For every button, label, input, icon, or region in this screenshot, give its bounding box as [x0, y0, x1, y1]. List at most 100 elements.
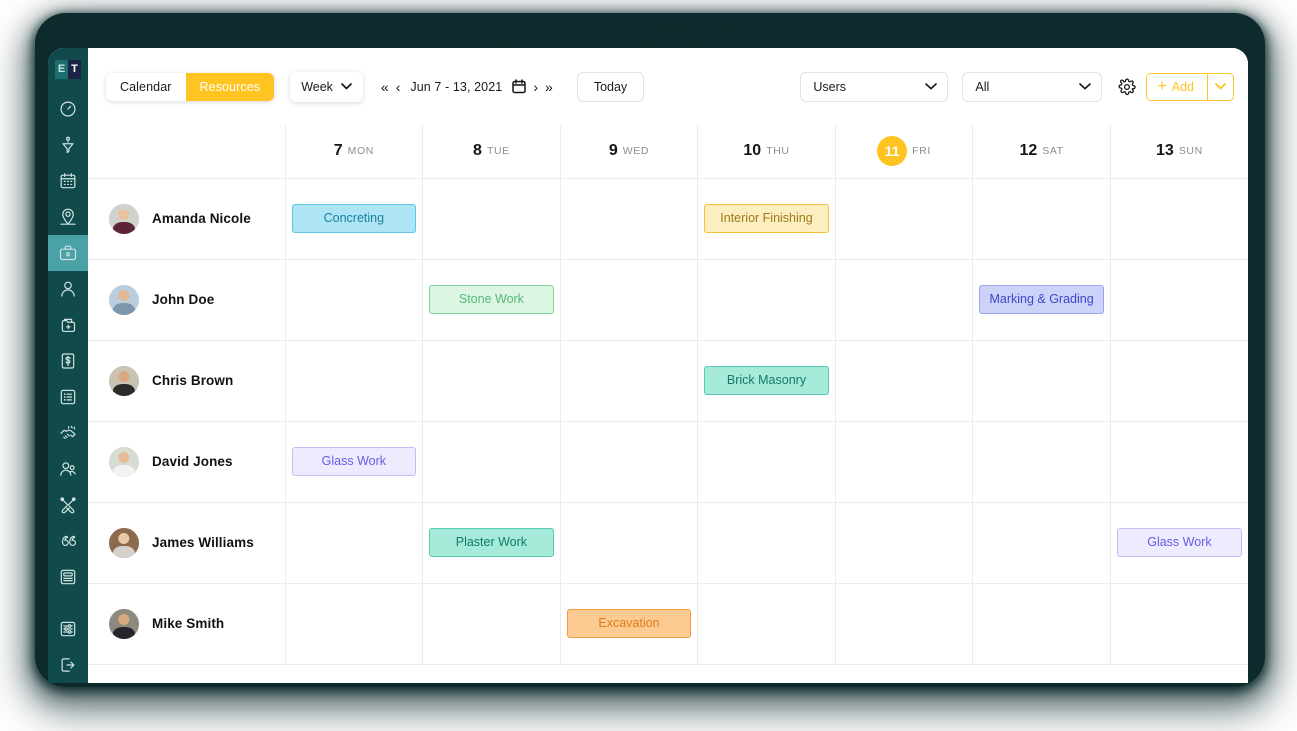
calendar-cell[interactable]	[423, 421, 561, 502]
event-chip[interactable]: Excavation	[567, 609, 692, 639]
prev-period-button[interactable]: ‹	[396, 80, 401, 94]
resource-cell[interactable]: Mike Smith	[88, 583, 285, 664]
calendar-cell[interactable]: Interior Finishing	[698, 178, 836, 259]
calendar-cell[interactable]	[835, 421, 973, 502]
resource-cell[interactable]: David Jones	[88, 421, 285, 502]
sidebar-item-jobs[interactable]	[48, 235, 88, 271]
calendar-cell[interactable]: Plaster Work	[423, 502, 561, 583]
calendar-cell[interactable]: Concreting	[285, 178, 423, 259]
calendar-cell[interactable]: Excavation	[560, 583, 698, 664]
calendar-cell[interactable]	[560, 421, 698, 502]
calendar-cell[interactable]: Marking & Grading	[973, 259, 1111, 340]
resource-cell[interactable]: Chris Brown	[88, 340, 285, 421]
event-chip[interactable]: Glass Work	[292, 447, 417, 477]
sidebar-item-quotes[interactable]	[48, 523, 88, 559]
calendar-cell[interactable]	[973, 421, 1111, 502]
event-chip[interactable]: Glass Work	[1117, 528, 1242, 558]
day-header-fri[interactable]: 11FRI	[835, 125, 973, 178]
sidebar-item-calendar[interactable]	[48, 163, 88, 199]
calendar-cell[interactable]	[285, 259, 423, 340]
sidebar-item-team[interactable]	[48, 451, 88, 487]
calendar-cell[interactable]: Glass Work	[285, 421, 423, 502]
resource-name: Amanda Nicole	[152, 211, 251, 226]
avatar	[109, 366, 139, 396]
calendar-cell[interactable]	[835, 583, 973, 664]
event-chip[interactable]: Brick Masonry	[704, 366, 829, 396]
filter-dropdown[interactable]: All	[962, 72, 1102, 102]
sidebar-item-projects[interactable]	[48, 307, 88, 343]
sidebar-item-sites[interactable]	[48, 199, 88, 235]
calendar-cell[interactable]	[698, 421, 836, 502]
calendar-cell[interactable]	[973, 178, 1111, 259]
calendar-cell[interactable]	[835, 259, 973, 340]
day-header-wed[interactable]: 9WED	[560, 125, 698, 178]
event-chip[interactable]: Interior Finishing	[704, 204, 829, 234]
calendar-cell[interactable]	[1110, 178, 1248, 259]
calendar-cell[interactable]	[560, 259, 698, 340]
day-header-thu[interactable]: 10THU	[698, 125, 836, 178]
calendar-cell[interactable]	[285, 583, 423, 664]
calendar-cell[interactable]	[835, 502, 973, 583]
today-button[interactable]: Today	[577, 72, 644, 102]
settings-button[interactable]	[1118, 78, 1136, 96]
resource-cell[interactable]: James Williams	[88, 502, 285, 583]
calendar-cell[interactable]	[560, 340, 698, 421]
calendar-cell[interactable]	[698, 583, 836, 664]
day-header-sat[interactable]: 12SAT	[973, 125, 1111, 178]
sidebar-item-leads[interactable]	[48, 127, 88, 163]
calendar-cell[interactable]	[698, 259, 836, 340]
add-button[interactable]: + Add	[1147, 74, 1207, 100]
calendar-cell[interactable]	[285, 340, 423, 421]
calendar-cell[interactable]	[560, 178, 698, 259]
day-name: THU	[766, 145, 789, 157]
event-chip[interactable]: Plaster Work	[429, 528, 554, 558]
sidebar-item-reports[interactable]	[48, 559, 88, 595]
calendar-cell[interactable]: Brick Masonry	[698, 340, 836, 421]
date-picker-button[interactable]	[512, 79, 526, 94]
calendar-cell[interactable]	[973, 502, 1111, 583]
event-chip[interactable]: Marking & Grading	[979, 285, 1104, 315]
next-period-button[interactable]: ›	[533, 80, 538, 94]
calendar-cell[interactable]	[835, 340, 973, 421]
sidebar-item-equipment[interactable]	[48, 487, 88, 523]
sidebar-item-settings[interactable]	[48, 611, 88, 647]
app-logo[interactable]: E T	[48, 53, 88, 85]
sidebar-item-dashboard[interactable]	[48, 91, 88, 127]
calendar-cell[interactable]	[698, 502, 836, 583]
calendar-cell[interactable]	[285, 502, 423, 583]
first-period-button[interactable]: «	[381, 80, 389, 94]
calendar-cell[interactable]	[1110, 340, 1248, 421]
last-period-button[interactable]: »	[545, 80, 553, 94]
view-range-select[interactable]: Week	[290, 72, 363, 102]
calendar-cell[interactable]	[423, 178, 561, 259]
sidebar-item-tasks[interactable]	[48, 379, 88, 415]
calendar-cell[interactable]	[423, 583, 561, 664]
day-header-sun[interactable]: 13SUN	[1110, 125, 1248, 178]
calendar-cell[interactable]	[1110, 259, 1248, 340]
event-chip[interactable]: Concreting	[292, 204, 417, 234]
day-header-tue[interactable]: 8TUE	[423, 125, 561, 178]
tab-calendar[interactable]: Calendar	[106, 73, 186, 101]
calendar-cell[interactable]	[560, 502, 698, 583]
calendar-cell[interactable]	[973, 583, 1111, 664]
users-dropdown[interactable]: Users	[800, 72, 948, 102]
sliders-icon	[58, 619, 78, 639]
calendar-cell[interactable]: Glass Work	[1110, 502, 1248, 583]
calendar-cell[interactable]	[973, 340, 1111, 421]
handshake-icon	[58, 423, 78, 443]
sidebar-item-contacts[interactable]	[48, 271, 88, 307]
sidebar-item-deals[interactable]	[48, 415, 88, 451]
day-header-mon[interactable]: 7MON	[285, 125, 423, 178]
sidebar-item-finance[interactable]	[48, 343, 88, 379]
add-options-button[interactable]	[1207, 74, 1233, 100]
resource-cell[interactable]: Amanda Nicole	[88, 178, 285, 259]
calendar-cell[interactable]	[835, 178, 973, 259]
tab-resources[interactable]: Resources	[186, 73, 275, 101]
resource-cell[interactable]: John Doe	[88, 259, 285, 340]
sidebar-item-logout[interactable]	[48, 647, 88, 683]
calendar-cell[interactable]: Stone Work	[423, 259, 561, 340]
event-chip[interactable]: Stone Work	[429, 285, 554, 315]
calendar-cell[interactable]	[1110, 421, 1248, 502]
calendar-cell[interactable]	[423, 340, 561, 421]
calendar-cell[interactable]	[1110, 583, 1248, 664]
